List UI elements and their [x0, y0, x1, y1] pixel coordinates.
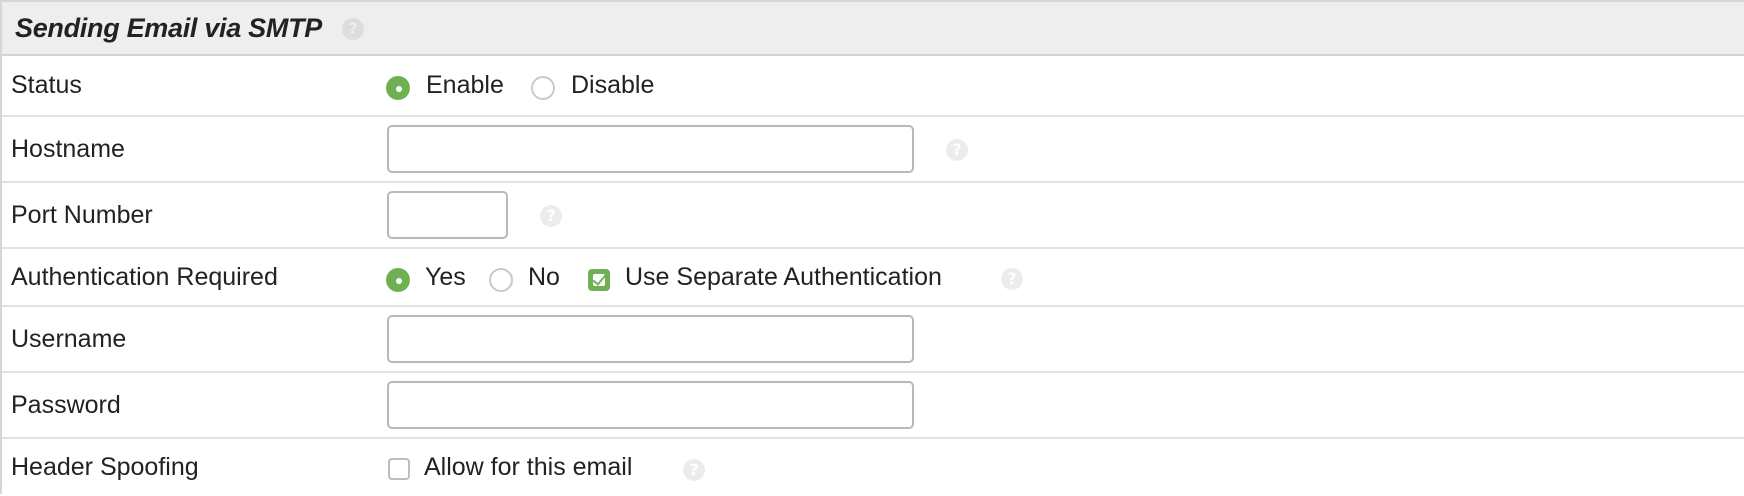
password-input[interactable] — [387, 381, 914, 429]
status-row: Status Enable Disable — [2, 56, 1744, 117]
auth-yes-label[interactable]: Yes — [425, 263, 466, 292]
hostname-row: Hostname ? — [2, 117, 1744, 183]
status-disable-label[interactable]: Disable — [571, 71, 654, 100]
status-enable-radio[interactable] — [386, 76, 410, 100]
spoofing-checkbox[interactable] — [388, 458, 410, 480]
auth-no-radio[interactable] — [489, 268, 513, 292]
auth-yes-radio[interactable] — [386, 268, 410, 292]
auth-label: Authentication Required — [11, 263, 278, 291]
port-help-icon[interactable]: ? — [540, 205, 562, 227]
password-row: Password — [2, 373, 1744, 439]
separate-auth-checkbox[interactable] — [588, 269, 610, 291]
smtp-settings-panel: Sending Email via SMTP ? Status Enable D… — [0, 0, 1744, 494]
separate-auth-label[interactable]: Use Separate Authentication — [625, 263, 942, 292]
status-disable-radio[interactable] — [531, 76, 555, 100]
auth-no-label[interactable]: No — [528, 263, 560, 292]
hostname-label: Hostname — [11, 135, 125, 163]
port-input[interactable] — [387, 191, 508, 239]
spoofing-label: Header Spoofing — [11, 453, 199, 481]
username-label: Username — [11, 325, 127, 353]
port-row: Port Number ? — [2, 183, 1744, 249]
hostname-help-icon[interactable]: ? — [946, 139, 968, 161]
username-input[interactable] — [387, 315, 914, 363]
spoofing-row: Header Spoofing Allow for this email ? — [2, 439, 1744, 496]
password-label: Password — [11, 391, 121, 419]
section-title: Sending Email via SMTP — [15, 13, 322, 43]
spoofing-checkbox-label[interactable]: Allow for this email — [424, 453, 632, 482]
auth-help-icon[interactable]: ? — [1001, 268, 1023, 290]
status-enable-label[interactable]: Enable — [426, 71, 504, 100]
spoofing-help-icon[interactable]: ? — [683, 459, 705, 481]
auth-row: Authentication Required Yes No Use Separ… — [2, 249, 1744, 307]
hostname-input[interactable] — [387, 125, 914, 173]
section-header: Sending Email via SMTP ? — [2, 2, 1744, 56]
help-icon[interactable]: ? — [342, 18, 364, 40]
port-label: Port Number — [11, 201, 153, 229]
status-label: Status — [11, 71, 82, 99]
check-icon — [592, 271, 607, 286]
username-row: Username — [2, 307, 1744, 373]
